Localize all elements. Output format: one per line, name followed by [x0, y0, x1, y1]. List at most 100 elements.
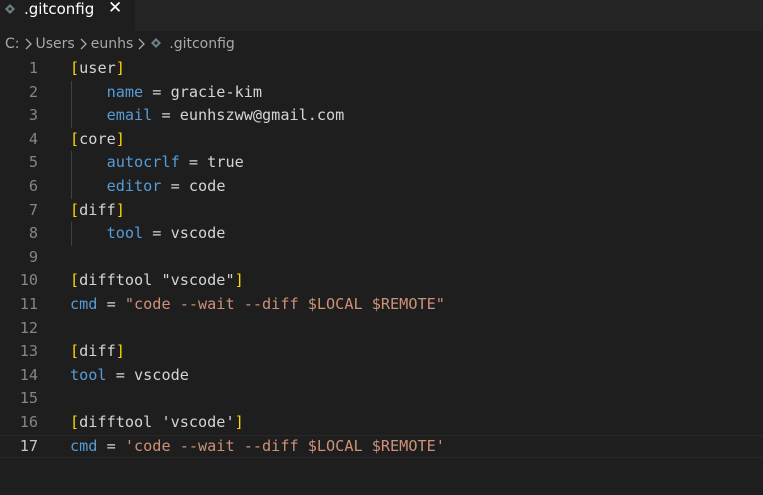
chevron-right-icon — [20, 33, 36, 55]
code-token: core — [79, 129, 116, 148]
indent-guide — [71, 151, 72, 199]
code-line[interactable]: 4 [core] — [0, 128, 763, 152]
code-token: name — [106, 82, 144, 101]
line-number: 14 — [19, 365, 38, 384]
code-line[interactable]: 15 — [0, 387, 763, 411]
code-token: [ — [70, 271, 80, 290]
line-content: [difftool 'vscode'] — [70, 411, 244, 435]
code-token: eunhszww@gmail.com — [179, 106, 345, 125]
line-number: 6 — [28, 177, 38, 195]
gear-file-icon — [149, 37, 163, 51]
line-number: 12 — [19, 318, 38, 337]
code-token: autocrlf — [106, 153, 180, 172]
code-token: editor — [106, 177, 162, 195]
code-token: tool — [70, 365, 107, 384]
code-token: = — [106, 365, 135, 384]
code-token: gracie-kim — [170, 82, 263, 101]
code-token: = — [143, 224, 171, 243]
chevron-right-icon — [75, 33, 91, 55]
code-token: = — [161, 177, 189, 195]
code-token: 'code --wait --diff $LOCAL $REMOTE' — [124, 436, 445, 455]
breadcrumb-file[interactable]: .gitconfig — [169, 36, 235, 52]
line-number: 16 — [19, 413, 38, 431]
chevron-right-icon — [133, 33, 149, 55]
line-number: 13 — [19, 342, 38, 361]
code-token: ] — [115, 342, 125, 361]
line-content: [difftool "vscode"] — [70, 269, 244, 293]
code-line[interactable]: 11 cmd = "code --wait --diff $LOCAL $REMO… — [0, 293, 763, 317]
code-token: = — [97, 436, 125, 455]
code-token: true — [207, 153, 244, 172]
line-number: 15 — [19, 389, 38, 408]
line-number: 7 — [28, 200, 38, 219]
code-token: ] — [115, 200, 125, 219]
code-token: [ — [70, 200, 80, 219]
code-token: [ — [70, 59, 80, 77]
line-number: 10 — [19, 271, 38, 290]
line-content: name = gracie-kim — [70, 81, 262, 105]
code-line[interactable]: 5 autocrlf = true — [0, 151, 763, 175]
code-line[interactable]: 7 [diff] — [0, 199, 763, 223]
code-token: difftool 'vscode' — [79, 413, 235, 431]
code-line[interactable]: 9 — [0, 246, 763, 270]
code-token: email — [106, 106, 153, 125]
code-token: = — [152, 106, 180, 125]
line-number: 8 — [28, 224, 38, 243]
line-content: autocrlf = true — [70, 151, 244, 175]
code-token: "code --wait --diff $LOCAL $REMOTE" — [124, 295, 445, 313]
line-content: email = eunhszww@gmail.com — [70, 104, 345, 128]
code-token: = — [143, 82, 171, 101]
breadcrumb-users[interactable]: Users — [36, 36, 75, 52]
code-line[interactable]: 10 [difftool "vscode"] — [0, 269, 763, 293]
line-content: [core] — [70, 128, 125, 152]
code-line[interactable]: 12 — [0, 317, 763, 341]
code-token: cmd — [70, 295, 98, 313]
breadcrumb-drive[interactable]: C: — [5, 36, 20, 52]
line-content: editor = code — [70, 175, 226, 199]
tab-gitconfig[interactable]: .gitconfig ✕ — [0, 0, 135, 31]
line-number: 3 — [28, 106, 38, 125]
line-number: 17 — [19, 436, 38, 455]
line-number: 11 — [19, 295, 38, 313]
code-line[interactable]: 3 email = eunhszww@gmail.com — [0, 104, 763, 128]
code-token: diff — [79, 342, 116, 361]
code-line[interactable]: 14 tool = vscode — [0, 364, 763, 388]
code-token: ] — [115, 59, 125, 77]
code-line[interactable]: 6 editor = code — [0, 175, 763, 199]
gear-file-icon — [3, 2, 17, 16]
code-line[interactable]: 17 cmd = 'code --wait --diff $LOCAL $REMO… — [0, 434, 763, 459]
line-number: 9 — [28, 247, 38, 266]
code-token: = — [97, 295, 125, 313]
line-content: tool = vscode — [70, 364, 189, 388]
line-content: cmd = "code --wait --diff $LOCAL $REMOTE… — [70, 293, 445, 317]
close-icon[interactable]: ✕ — [108, 0, 124, 18]
code-token: ] — [234, 271, 244, 290]
code-editor[interactable]: 1 [user] 2 name = gracie-kim 3 email = eunh… — [0, 57, 763, 495]
code-token: diff — [79, 200, 116, 219]
code-line[interactable]: 16 [difftool 'vscode'] — [0, 411, 763, 435]
code-token: = — [179, 153, 208, 172]
code-line[interactable]: 8 tool = vscode — [0, 222, 763, 246]
line-content: [diff] — [70, 199, 125, 223]
code-line[interactable]: 2 name = gracie-kim — [0, 81, 763, 105]
line-content: [user] — [70, 57, 125, 81]
code-token: [ — [70, 413, 80, 431]
line-number: 1 — [28, 59, 38, 77]
breadcrumb: C: Users eunhs .gitconfig — [0, 33, 763, 55]
code-token: ] — [234, 413, 244, 431]
breadcrumb-user-folder[interactable]: eunhs — [91, 36, 134, 52]
code-token: ] — [115, 129, 125, 148]
line-content: tool = vscode — [70, 222, 226, 246]
code-line[interactable]: 13 [diff] — [0, 340, 763, 364]
code-token: [ — [70, 129, 80, 148]
tab-label: .gitconfig — [24, 0, 95, 18]
indent-guide — [71, 222, 72, 246]
code-line[interactable]: 1 [user] — [0, 57, 763, 81]
line-number: 2 — [28, 82, 38, 101]
line-number: 4 — [28, 129, 38, 148]
tab-bar: .gitconfig ✕ — [0, 0, 763, 31]
